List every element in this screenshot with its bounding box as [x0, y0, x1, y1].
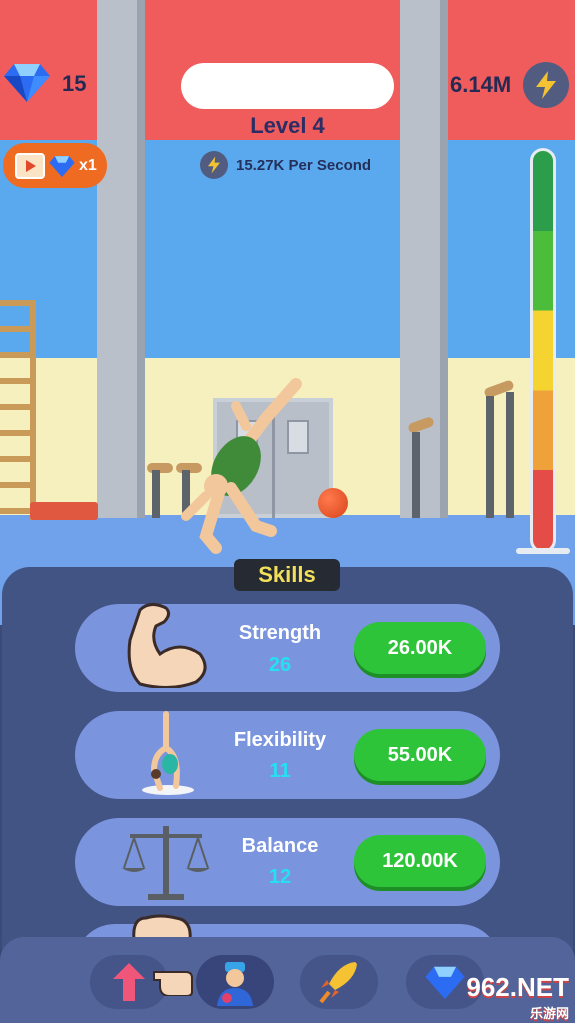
watermark-sub: 乐游网 [529, 1006, 569, 1021]
coach-icon [217, 962, 253, 1006]
bar-stand [412, 432, 420, 518]
gem-count: 15 [62, 71, 87, 96]
rocket-icon [319, 962, 357, 1004]
watermark-brand: 962.NET [466, 972, 569, 1002]
skill-level: 12 [268, 866, 292, 888]
upgrade-arrow-icon [113, 963, 145, 1001]
video-reward-multiplier: x1 [79, 156, 97, 174]
level-label: Level 4 [250, 113, 325, 138]
gymnast-character[interactable] [176, 376, 316, 556]
springboard [30, 502, 98, 520]
watermark: 962.NET 乐游网 [466, 972, 569, 1022]
upgrade-flexibility-button[interactable]: 55.00K [354, 729, 486, 781]
skill-name: Flexibility [233, 729, 327, 751]
pillar-left [97, 0, 145, 518]
bar-stand [486, 396, 494, 518]
upgrade-strength-button[interactable]: 26.00K [354, 622, 486, 674]
power-meter [530, 148, 556, 553]
gem-shop-icon [425, 966, 465, 999]
red-ball [318, 488, 348, 518]
player-name-bar[interactable] [181, 63, 394, 109]
flexed-bicep-icon [127, 603, 207, 688]
energy-count: 6.14M [450, 72, 512, 97]
video-icon [15, 152, 45, 179]
skills-title: Skills [234, 559, 340, 591]
skill-level: 26 [268, 654, 292, 676]
nav-rocket[interactable] [300, 955, 378, 1009]
meter-base [516, 548, 570, 554]
gem-icon [4, 64, 50, 102]
pointing-hand-icon [153, 971, 193, 996]
wall-ladder [0, 300, 36, 520]
skill-name: Strength [238, 622, 322, 644]
scale-balance-icon [122, 826, 210, 900]
skill-name: Balance [241, 835, 319, 857]
bar-stand [506, 392, 514, 518]
upgrade-balance-button[interactable]: 120.00K [354, 835, 486, 887]
gymnast-bridge-icon [142, 711, 194, 795]
bar-stand [152, 470, 160, 518]
gem-icon [49, 155, 75, 177]
nav-coach[interactable] [196, 955, 274, 1009]
skill-level: 11 [269, 760, 291, 782]
video-reward-button[interactable]: x1 [3, 143, 107, 188]
bar-handle [147, 463, 173, 473]
per-second-rate: 15.27K Per Second [200, 150, 371, 180]
pillar-right [400, 0, 448, 518]
bolt-icon [200, 151, 228, 179]
per-second-text: 15.27K Per Second [236, 156, 372, 174]
energy-bolt-icon[interactable] [523, 62, 569, 108]
